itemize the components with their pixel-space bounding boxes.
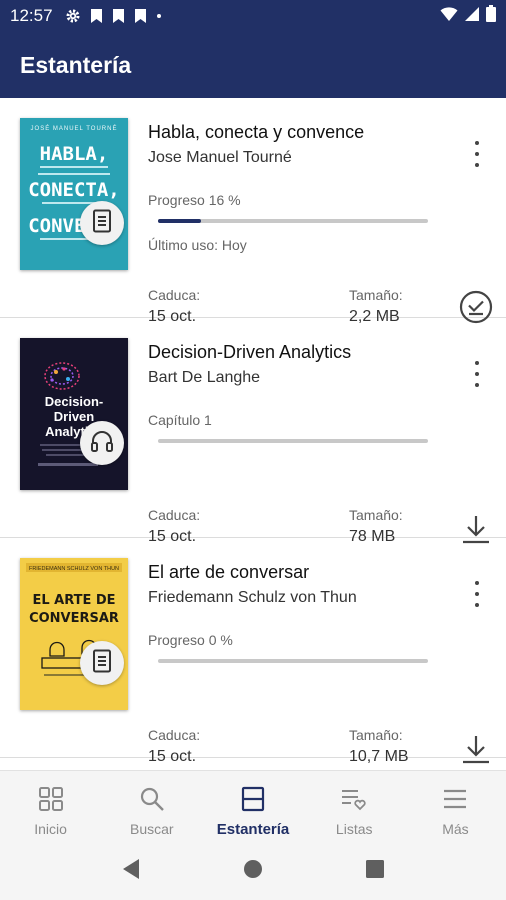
size-label: Tamaño: [349,727,403,743]
expires-label: Caduca: [148,727,201,743]
progress-bar [158,219,428,223]
bookmark-icon [112,8,125,24]
ebook-icon [91,209,113,238]
cover-title-line: Driven [54,409,95,424]
book-card[interactable]: JOSÉ MANUEL TOURNÉ HABLA, CONECTA, CONVE… [0,98,506,325]
nav-item-buscar[interactable]: Buscar [101,771,202,842]
progress-bar [158,659,428,663]
page-title: Estantería [20,51,132,78]
notification-dot-icon [156,13,162,19]
progress-label: Progreso 16 % [148,192,241,208]
book-author: Bart De Langhe [148,369,261,386]
search-icon [139,785,165,813]
book-cover[interactable]: JOSÉ MANUEL TOURNÉ HABLA, CONECTA, CONVE… [20,118,128,270]
nav-label: Más [442,821,469,837]
book-title[interactable]: Decision-Driven Analytics [148,342,351,363]
book-author: Jose Manuel Tourné [148,149,292,166]
nav-item-mas[interactable]: Más [405,771,506,842]
size-value: 10,7 MB [349,748,409,765]
book-card[interactable]: Decision- Driven Analytics Decision-Driv… [0,318,506,545]
nav-label: Estantería [216,821,290,838]
signal-icon [464,6,480,27]
cover-title-line: CONVERSAR [29,611,119,626]
cover-title-line: HABLA, [40,143,109,165]
audiobook-format-badge [80,421,124,465]
menu-icon [442,785,468,813]
book-cover[interactable]: FRIEDEMANN SCHULZ VON THUN EL ARTE DE CO… [20,558,128,710]
expires-value: 15 oct. [148,748,197,765]
bookmark-icon [90,8,103,24]
progress-bar [158,439,428,443]
app-bar: Estantería [0,32,506,98]
nav-label: Listas [335,821,373,837]
system-navigation-bar [0,842,506,900]
progress-label: Capítulo 1 [148,412,212,428]
more-options-icon[interactable] [470,581,484,607]
nav-label: Inicio [34,821,67,837]
ebook-format-badge [80,201,124,245]
size-label: Tamaño: [349,507,403,523]
progress-fill [158,219,202,223]
nav-label: Buscar [130,821,174,837]
more-options-icon[interactable] [470,141,484,167]
last-used: Último uso: Hoy [148,237,247,253]
bottom-navigation: Inicio Buscar Estantería Listas Más [0,770,506,842]
wifi-icon [440,6,458,27]
progress-label: Progreso 0 % [148,632,233,648]
book-list[interactable]: JOSÉ MANUEL TOURNÉ HABLA, CONECTA, CONVE… [0,98,506,770]
nav-item-inicio[interactable]: Inicio [0,771,101,842]
recents-icon[interactable] [365,859,385,884]
back-icon[interactable] [121,858,141,885]
cover-title-line: EL ARTE DE [32,593,115,608]
book-author: Friedemann Schulz von Thun [148,589,357,606]
cover-author-text: JOSÉ MANUEL TOURNÉ [31,125,118,132]
grid-icon [38,785,64,813]
ebook-format-badge [80,641,124,685]
size-label: Tamaño: [349,287,403,303]
home-icon[interactable] [242,858,264,885]
shelf-icon [240,785,266,813]
cover-title-line: Decision- [45,394,104,409]
list-heart-icon [340,785,368,813]
status-time: 12:57 [10,6,53,25]
cover-title-line: CONECTA, [28,179,120,201]
settings-icon [65,8,81,24]
download-icon[interactable] [458,731,494,767]
expires-label: Caduca: [148,287,201,303]
book-title[interactable]: Habla, conecta y convence [148,122,364,143]
ebook-icon [91,649,113,678]
nav-item-listas[interactable]: Listas [304,771,405,842]
expires-label: Caduca: [148,507,201,523]
cover-author-text: FRIEDEMANN SCHULZ VON THUN [29,566,119,572]
status-bar: 12:57 [0,0,506,32]
more-options-icon[interactable] [470,361,484,387]
bookmark-icon [134,8,147,24]
nav-item-estanteria[interactable]: Estantería [202,771,303,842]
battery-icon [486,5,496,27]
headphones-icon [90,430,114,457]
book-cover[interactable]: Decision- Driven Analytics [20,338,128,490]
book-card[interactable]: FRIEDEMANN SCHULZ VON THUN EL ARTE DE CO… [0,538,506,765]
book-title[interactable]: El arte de conversar [148,562,309,583]
